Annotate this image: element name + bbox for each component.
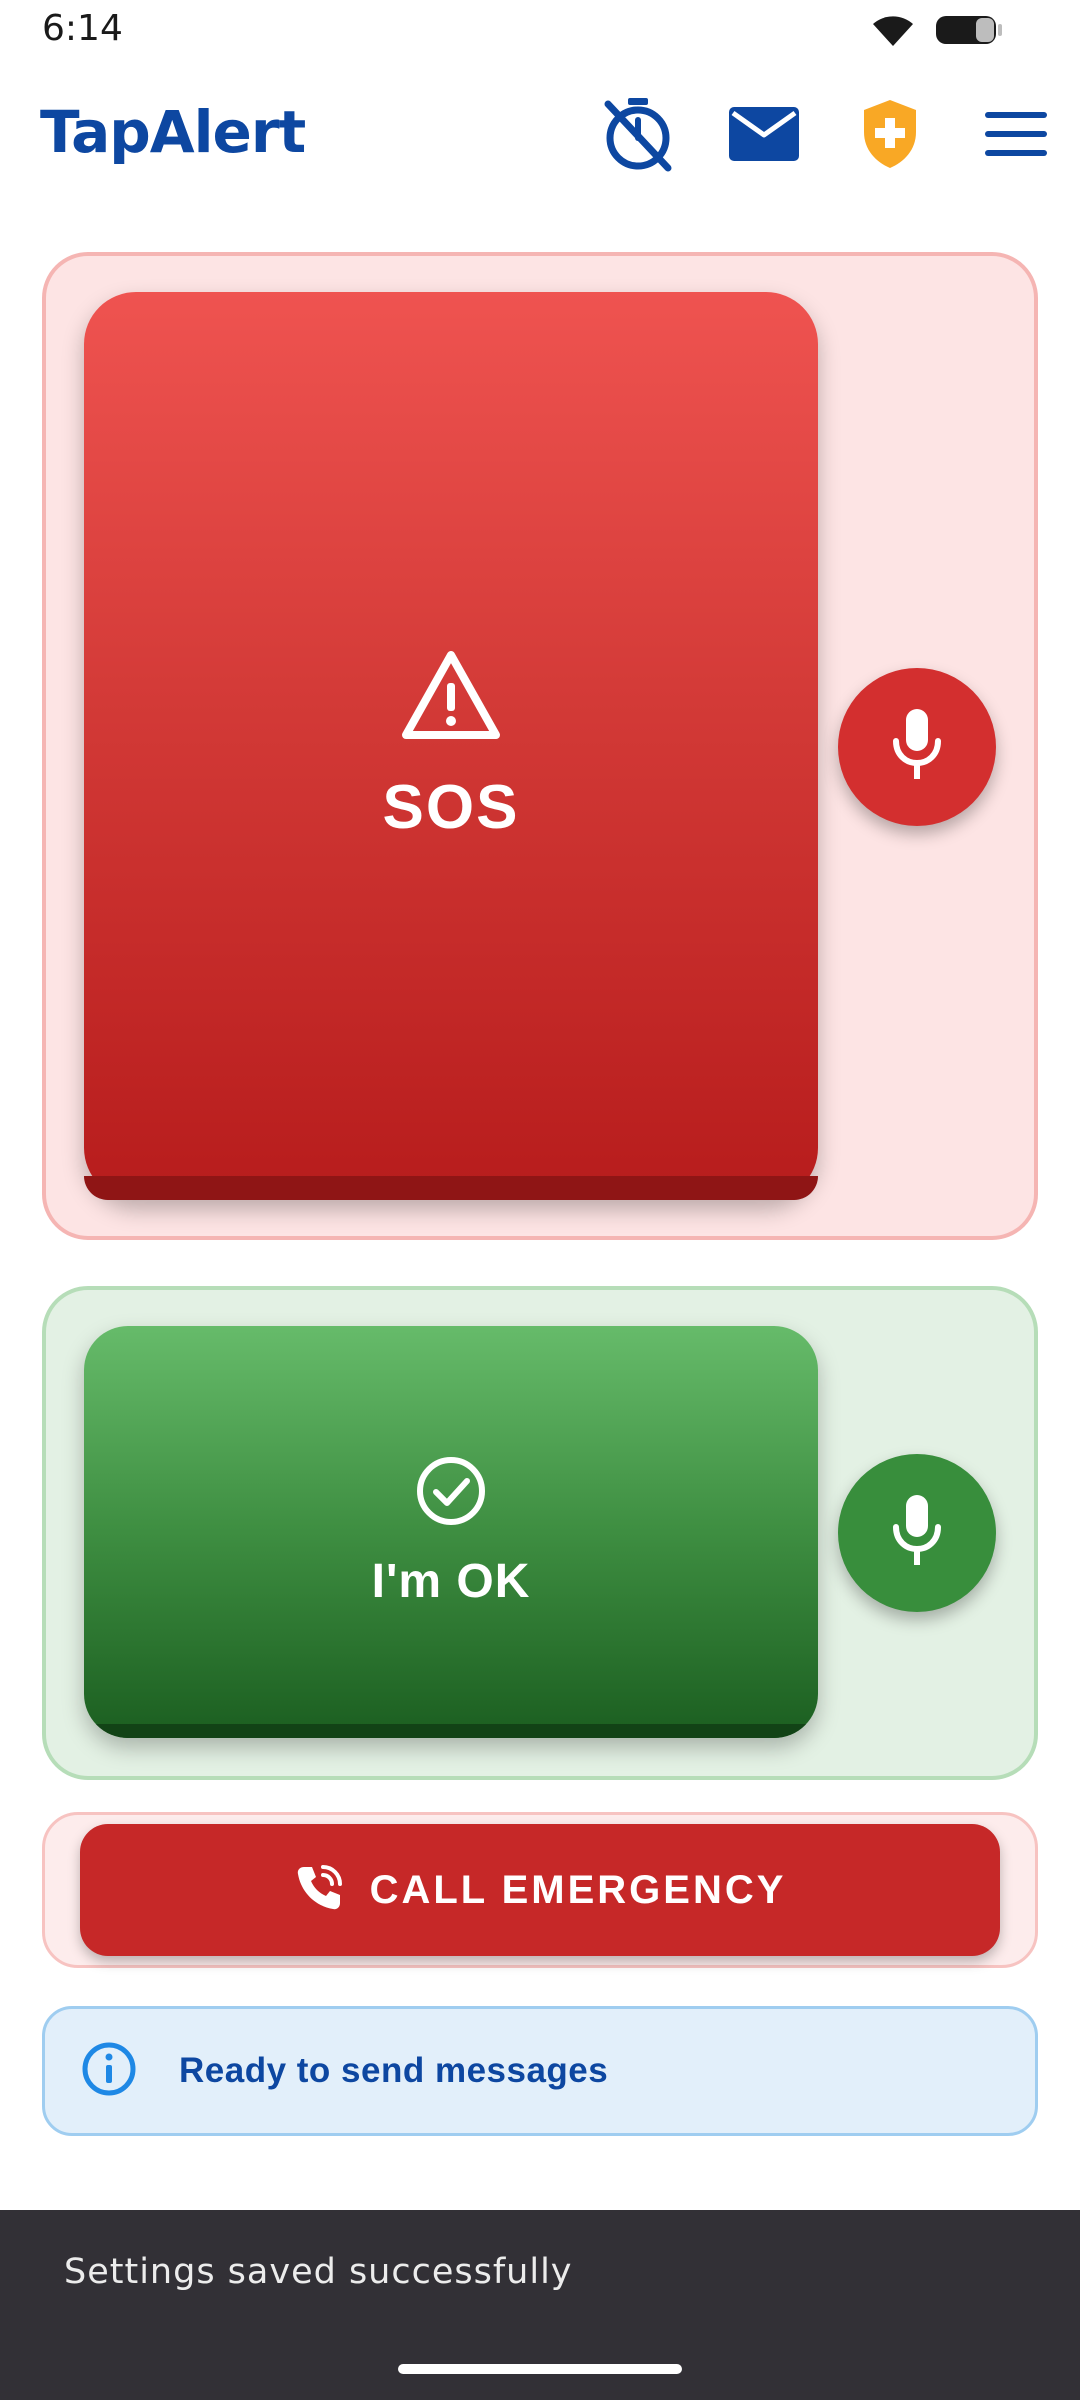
battery-icon (934, 12, 1004, 53)
status-message: Ready to send messages (179, 2051, 609, 2090)
call-emergency-label: CALL EMERGENCY (369, 1867, 787, 1912)
microphone-icon (890, 707, 944, 788)
shield-plus-icon (860, 98, 920, 175)
sos-label: SOS (382, 773, 520, 842)
status-time: 6:14 (42, 8, 123, 49)
menu-icon (983, 110, 1049, 163)
mail-button[interactable] (722, 94, 806, 178)
status-message-card: Ready to send messages (42, 2006, 1038, 2136)
wifi-icon (870, 12, 916, 53)
phone-call-icon (294, 1863, 344, 1918)
screen: 6:14 TapAlert SOS I'm OK CALL EMERGENCY … (0, 0, 1080, 2400)
im-ok-label: I'm OK (371, 1555, 531, 1608)
shield-button[interactable] (848, 94, 932, 178)
ok-voice-button[interactable] (838, 1454, 996, 1612)
microphone-icon (890, 1493, 944, 1574)
snackbar-message: Settings saved successfully (64, 2252, 573, 2292)
menu-button[interactable] (974, 94, 1058, 178)
status-bar: 6:14 (0, 0, 1080, 60)
sos-voice-button[interactable] (838, 668, 996, 826)
app-bar: TapAlert (0, 70, 1080, 200)
warning-triangle-icon (400, 649, 502, 746)
timer-off-icon (602, 96, 674, 177)
sos-button[interactable]: SOS (84, 292, 818, 1200)
home-indicator[interactable] (398, 2364, 682, 2374)
im-ok-button[interactable]: I'm OK (84, 1326, 818, 1738)
app-title: TapAlert (40, 98, 306, 166)
mail-icon (727, 105, 801, 168)
status-icons (870, 12, 1004, 53)
call-emergency-button[interactable]: CALL EMERGENCY (80, 1824, 1000, 1956)
timer-off-button[interactable] (596, 94, 680, 178)
info-icon (81, 2041, 137, 2102)
check-circle-icon (415, 1455, 487, 1532)
